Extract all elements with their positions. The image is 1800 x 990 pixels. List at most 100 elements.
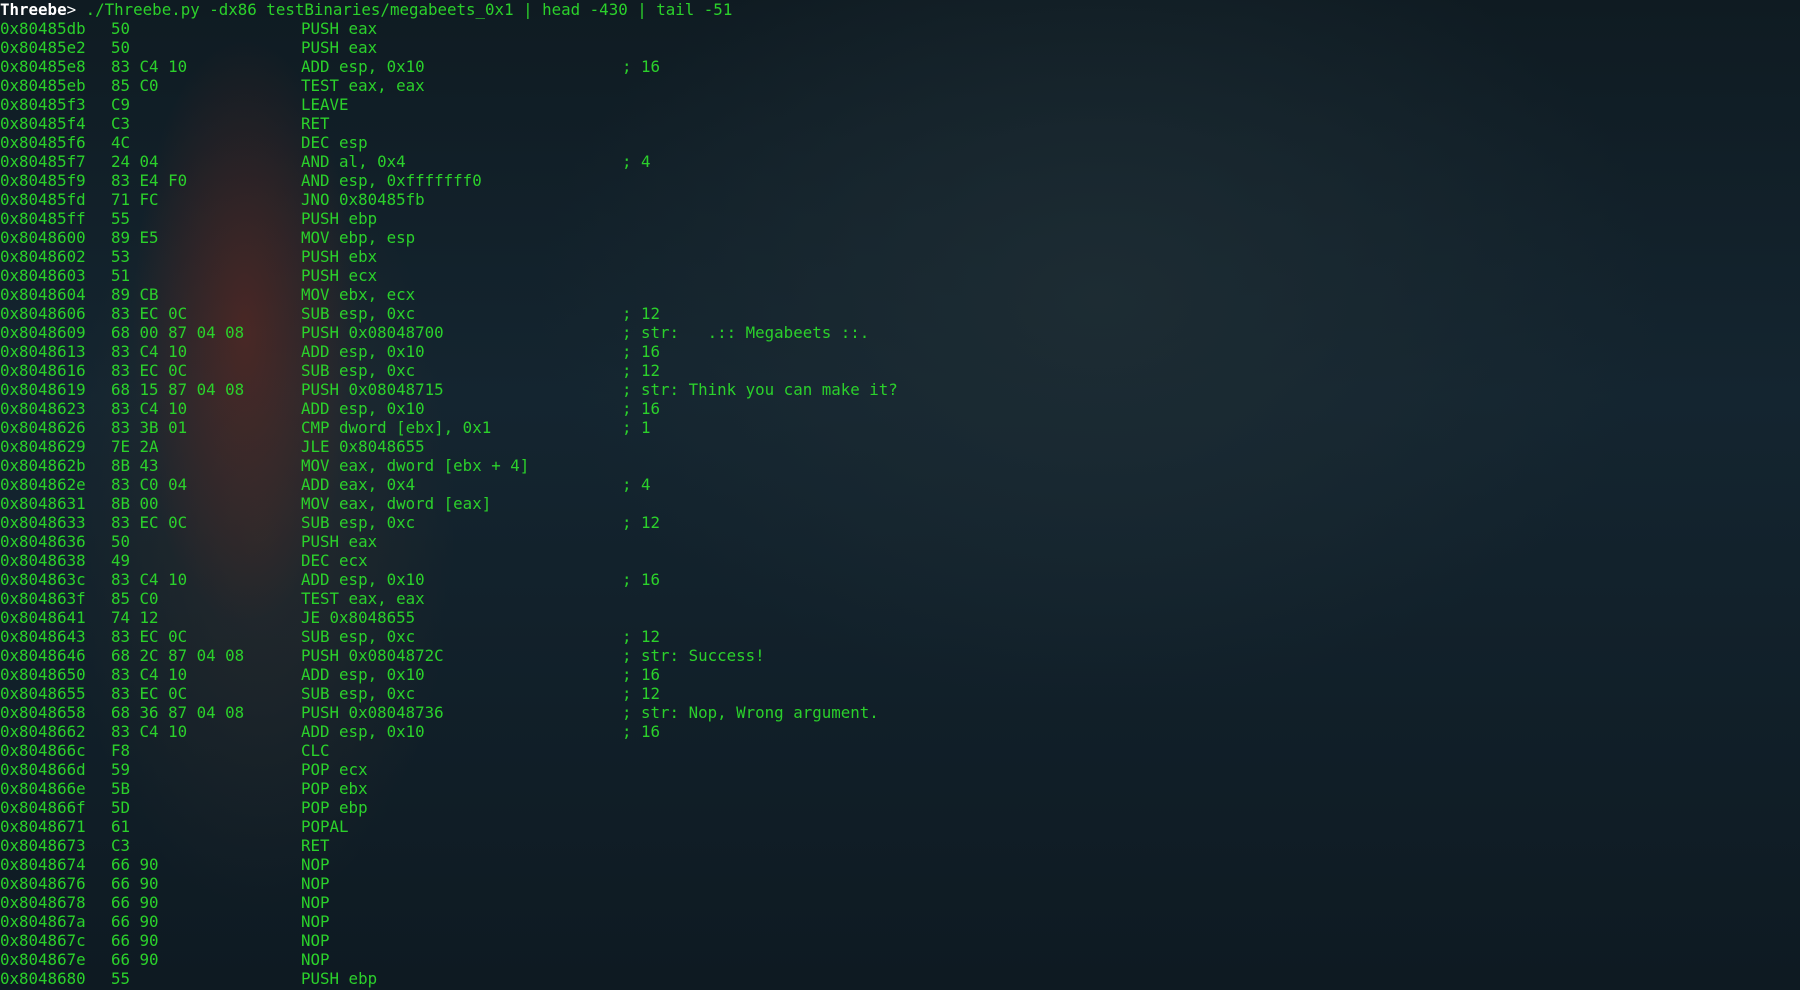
instruction-cell: PUSH ebx [301,247,378,266]
address-cell: 0x80485f3 [0,95,86,114]
opcode-bytes-cell: 85 C0 [111,589,159,608]
instruction-cell: NOP [301,931,330,950]
instruction-cell: SUB esp, 0xc [301,684,416,703]
instruction-cell: TEST eax, eax [301,589,425,608]
address-cell: 0x8048655 [0,684,86,703]
opcode-bytes-cell: C9 [111,95,131,114]
instruction-cell: PUSH eax [301,532,378,551]
disassembly-row: 0x80485eb 85 C0 TEST eax, eax [0,76,1800,95]
instruction-cell: NOP [301,912,330,931]
opcode-bytes-cell: 24 04 [111,152,159,171]
instruction-cell: PUSH ebp [301,209,378,228]
instruction-cell: TEST eax, eax [301,76,425,95]
opcode-bytes-cell: 83 3B 01 [111,418,188,437]
disassembly-row: 0x804863f 85 C0 TEST eax, eax [0,589,1800,608]
opcode-bytes-cell: 83 C4 10 [111,399,188,418]
disassembly-row: 0x804866e 5B POP ebx [0,779,1800,798]
disassembly-row: 0x8048609 68 00 87 04 08 PUSH 0x08048700 ; … [0,323,1800,342]
disassembly-row: 0x8048623 83 C4 10 ADD esp, 0x10 ; 16 [0,399,1800,418]
opcode-bytes-cell: C3 [111,836,131,855]
instruction-cell: DEC ecx [301,551,368,570]
disassembly-row: 0x8048619 68 15 87 04 08 PUSH 0x08048715 ; … [0,380,1800,399]
disassembly-row: 0x8048603 51 PUSH ecx [0,266,1800,285]
disassembly-row: 0x804862b 8B 43 MOV eax, dword [ebx + 4] [0,456,1800,475]
address-cell: 0x8048631 [0,494,86,513]
opcode-bytes-cell: 66 90 [111,912,159,931]
opcode-bytes-cell: 89 E5 [111,228,159,247]
address-cell: 0x8048658 [0,703,86,722]
opcode-bytes-cell: 83 C4 10 [111,722,188,741]
comment-cell: ; 12 [622,627,661,646]
disassembly-row: 0x8048662 83 C4 10 ADD esp, 0x10 ; 16 [0,722,1800,741]
opcode-bytes-cell: 68 36 87 04 08 [111,703,245,722]
instruction-cell: POP ebp [301,798,368,817]
opcode-bytes-cell: 83 EC 0C [111,513,188,532]
opcode-bytes-cell: 83 EC 0C [111,627,188,646]
address-cell: 0x8048604 [0,285,86,304]
address-cell: 0x8048646 [0,646,86,665]
opcode-bytes-cell: 50 [111,19,131,38]
address-cell: 0x8048673 [0,836,86,855]
opcode-bytes-cell: 50 [111,38,131,57]
address-cell: 0x804862b [0,456,86,475]
disassembly-row: 0x8048655 83 EC 0C SUB esp, 0xc ; 12 [0,684,1800,703]
disassembly-row: 0x80485db 50 PUSH eax [0,19,1800,38]
disassembly-row: 0x8048626 83 3B 01 CMP dword [ebx], 0x1 ; 1 [0,418,1800,437]
address-cell: 0x8048671 [0,817,86,836]
instruction-cell: NOP [301,950,330,969]
opcode-bytes-cell: 66 90 [111,893,159,912]
comment-cell: ; 16 [622,342,661,361]
disassembly-row: 0x8048606 83 EC 0C SUB esp, 0xc ; 12 [0,304,1800,323]
disassembly-row: 0x80485fd 71 FC JNO 0x80485fb [0,190,1800,209]
instruction-cell: PUSH eax [301,38,378,57]
address-cell: 0x8048619 [0,380,86,399]
comment-cell: ; 16 [622,665,661,684]
instruction-cell: PUSH ebp [301,969,378,988]
disassembly-row: 0x804866c F8 CLC [0,741,1800,760]
command-text: ./Threebe.py -dx86 testBinaries/megabeet… [85,0,733,19]
opcode-bytes-cell: 68 15 87 04 08 [111,380,245,399]
instruction-cell: MOV ebp, esp [301,228,416,247]
comment-cell: ; str: Nop, Wrong argument. [622,703,879,722]
disassembly-row: 0x804866f 5D POP ebp [0,798,1800,817]
comment-cell: ; 4 [622,475,651,494]
disassembly-row: 0x8048643 83 EC 0C SUB esp, 0xc ; 12 [0,627,1800,646]
address-cell: 0x8048629 [0,437,86,456]
instruction-cell: MOV ebx, ecx [301,285,416,304]
address-cell: 0x804867c [0,931,86,950]
disassembly-row: 0x80485f4 C3 RET [0,114,1800,133]
address-cell: 0x8048680 [0,969,86,988]
instruction-cell: SUB esp, 0xc [301,304,416,323]
opcode-bytes-cell: 71 FC [111,190,159,209]
comment-cell: ; 16 [622,722,661,741]
opcode-bytes-cell: 83 C4 10 [111,57,188,76]
opcode-bytes-cell: 8B 00 [111,494,159,513]
comment-cell: ; str: .:: Megabeets ::. [622,323,870,342]
address-cell: 0x804866e [0,779,86,798]
disassembly-row: 0x8048673 C3 RET [0,836,1800,855]
disassembly-row: 0x8048629 7E 2A JLE 0x8048655 [0,437,1800,456]
disassembly-row: 0x8048676 66 90 NOP [0,874,1800,893]
terminal-window[interactable]: Threebe> ./Threebe.py -dx86 testBinaries… [0,0,1800,990]
comment-cell: ; 12 [622,304,661,323]
opcode-bytes-cell: 50 [111,532,131,551]
address-cell: 0x8048626 [0,418,86,437]
disassembly-row: 0x80485f3 C9 LEAVE [0,95,1800,114]
opcode-bytes-cell: 53 [111,247,131,266]
address-cell: 0x80485eb [0,76,86,95]
opcode-bytes-cell: 83 C4 10 [111,342,188,361]
disassembly-row: 0x8048604 89 CB MOV ebx, ecx [0,285,1800,304]
disassembly-row: 0x8048678 66 90 NOP [0,893,1800,912]
opcode-bytes-cell: 66 90 [111,931,159,950]
disassembly-row: 0x8048674 66 90 NOP [0,855,1800,874]
address-cell: 0x8048674 [0,855,86,874]
address-cell: 0x8048603 [0,266,86,285]
address-cell: 0x8048623 [0,399,86,418]
address-cell: 0x8048636 [0,532,86,551]
instruction-cell: PUSH ecx [301,266,378,285]
address-cell: 0x8048633 [0,513,86,532]
disassembly-row: 0x80485e8 83 C4 10 ADD esp, 0x10 ; 16 [0,57,1800,76]
opcode-bytes-cell: 83 EC 0C [111,684,188,703]
instruction-cell: ADD esp, 0x10 [301,722,425,741]
address-cell: 0x8048650 [0,665,86,684]
